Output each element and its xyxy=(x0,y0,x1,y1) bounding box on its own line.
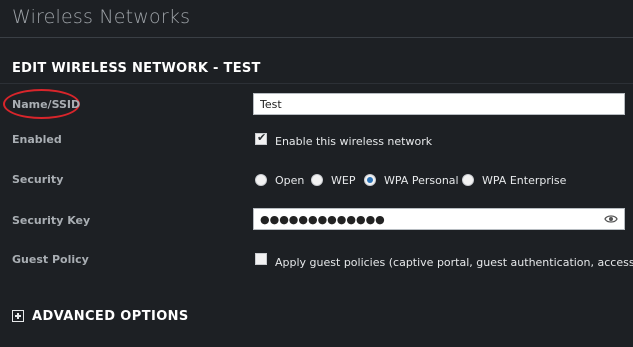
enabled-checkbox-label[interactable]: Enable this wireless network xyxy=(275,135,432,148)
security-key-label: Security Key xyxy=(12,214,91,227)
security-radio-open[interactable] xyxy=(255,174,267,186)
title-divider xyxy=(0,37,633,38)
enabled-checkbox[interactable]: ✔ xyxy=(255,131,267,145)
expand-plus-icon[interactable] xyxy=(12,310,24,322)
guest-policy-label: Guest Policy xyxy=(12,253,89,266)
eye-icon[interactable] xyxy=(604,214,618,224)
page-title: Wireless Networks xyxy=(12,6,191,28)
enabled-label: Enabled xyxy=(12,133,62,146)
security-radio-wpa-personal[interactable] xyxy=(364,174,376,186)
security-option-open[interactable]: Open xyxy=(275,174,304,187)
checkmark-icon: ✔ xyxy=(257,131,267,144)
name-ssid-input[interactable] xyxy=(253,93,625,115)
security-option-wpa-enterprise[interactable]: WPA Enterprise xyxy=(482,174,566,187)
advanced-options-toggle[interactable]: ADVANCED OPTIONS xyxy=(32,309,189,324)
guest-policy-checkbox-label[interactable]: Apply guest policies (captive portal, gu… xyxy=(275,256,633,269)
section-heading: EDIT WIRELESS NETWORK - TEST xyxy=(12,61,261,76)
security-option-wep[interactable]: WEP xyxy=(331,174,355,187)
security-option-wpa-personal[interactable]: WPA Personal xyxy=(384,174,459,187)
name-ssid-label: Name/SSID xyxy=(12,98,81,111)
security-label: Security xyxy=(12,173,64,186)
security-key-input[interactable] xyxy=(253,208,625,230)
security-radio-wpa-enterprise[interactable] xyxy=(462,174,474,186)
section-divider xyxy=(0,83,633,84)
security-radio-wep[interactable] xyxy=(311,174,323,186)
guest-policy-checkbox[interactable] xyxy=(255,253,267,265)
